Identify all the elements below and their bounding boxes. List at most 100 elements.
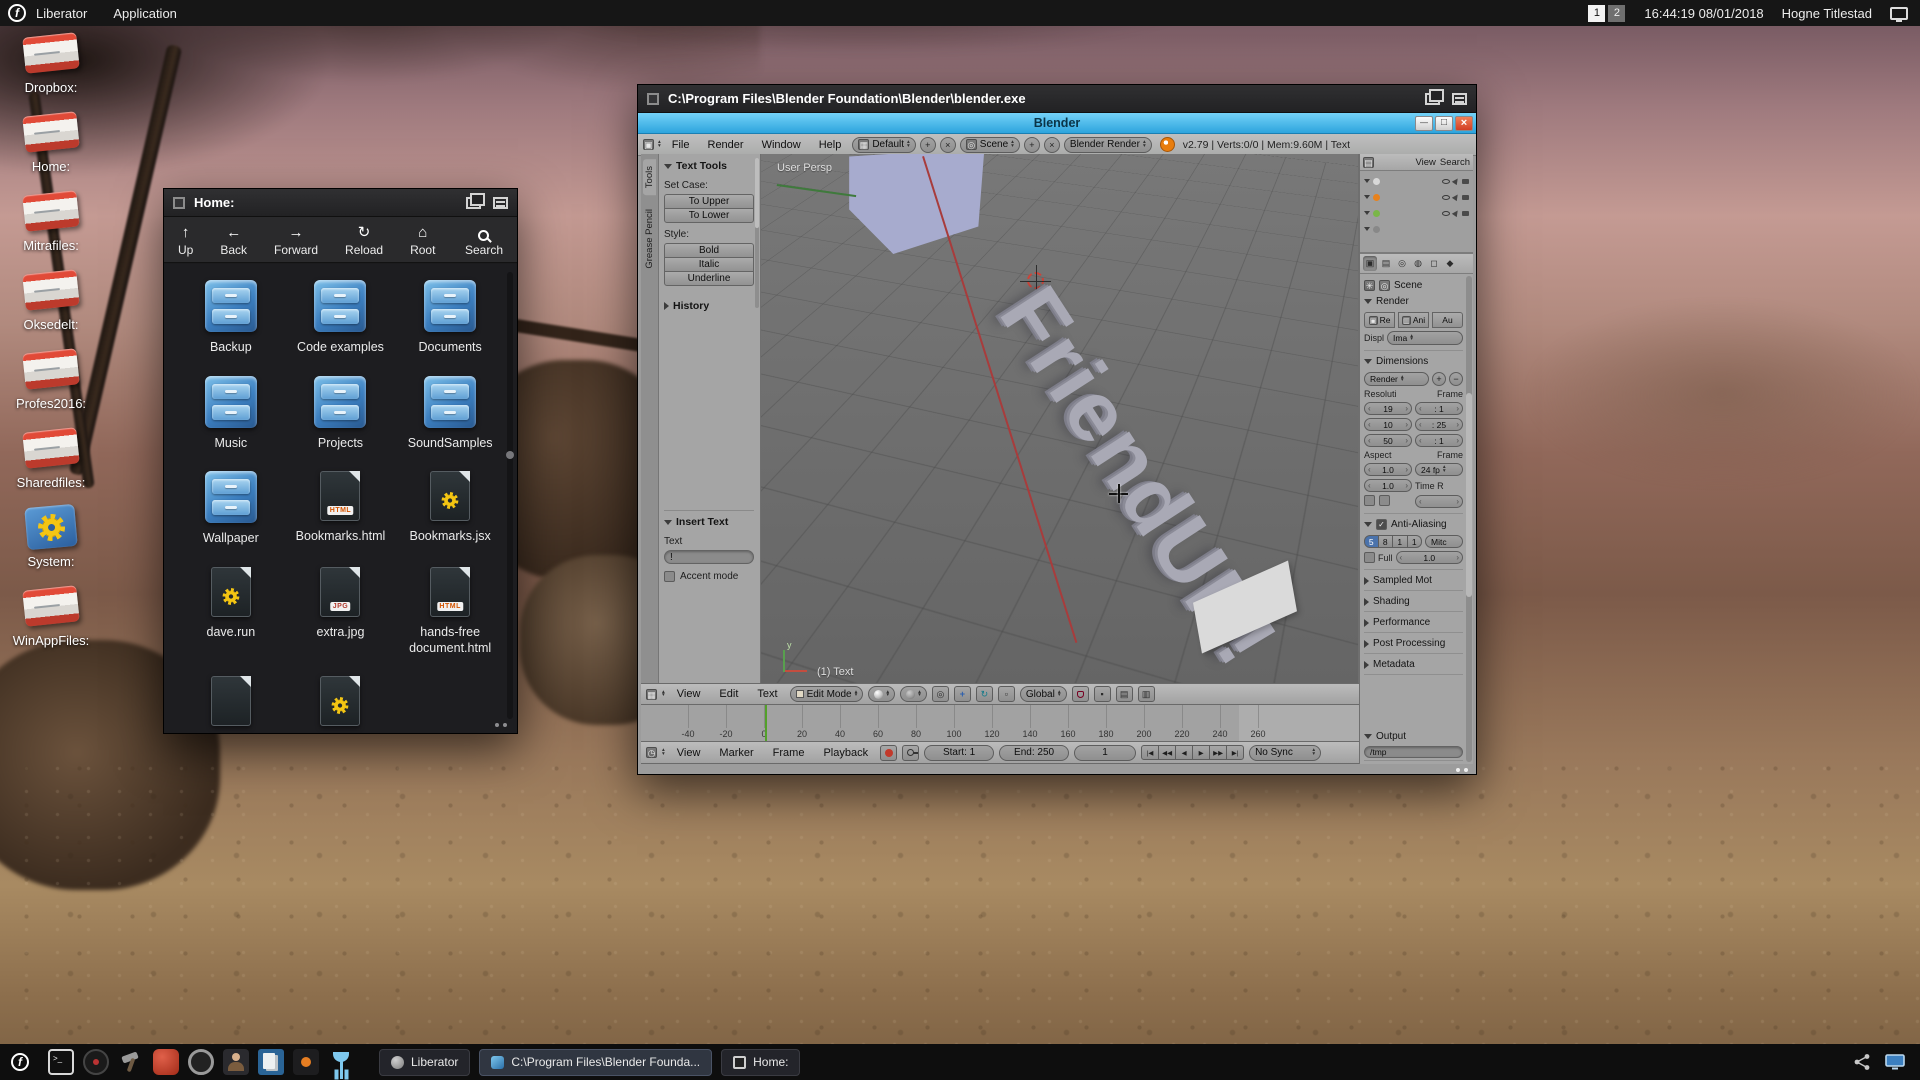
outliner-row-text[interactable] (1362, 205, 1471, 221)
text-input[interactable]: ! (664, 550, 754, 564)
autokey-record-button[interactable] (880, 745, 897, 761)
antialiasing-panel-header[interactable]: Anti-Aliasing (1364, 517, 1463, 532)
contacts-app-icon[interactable] (223, 1049, 249, 1075)
blender-titlebar[interactable]: Blender (638, 113, 1476, 134)
scrollbar-handle[interactable] (1466, 393, 1472, 597)
next-keyframe-button[interactable]: ▶▶ (1209, 745, 1227, 760)
mode-select[interactable]: Edit Mode (790, 686, 864, 702)
antialiasing-checkbox[interactable] (1376, 519, 1387, 530)
tab-object[interactable]: ◻ (1427, 256, 1441, 271)
tab-world[interactable]: ◍ (1411, 256, 1425, 271)
keying-set-button[interactable] (902, 745, 919, 761)
file-item-music[interactable]: Music (176, 376, 286, 452)
render-engine-select[interactable]: Blender Render (1064, 137, 1152, 153)
timeline-editor-icon[interactable]: ◷ (646, 747, 657, 758)
render-menu[interactable]: Render (701, 139, 751, 151)
select-arrow-icon[interactable] (1452, 177, 1460, 185)
depth-gadget-icon[interactable] (466, 197, 481, 209)
toolshelf-scrollbar[interactable] (755, 158, 759, 308)
file-item-code-examples[interactable]: Code examples (286, 280, 396, 356)
up-button[interactable]: ↑ Up (178, 225, 193, 257)
outliner-row-camera[interactable] (1362, 189, 1471, 205)
aa-filter-select[interactable]: Mitc (1425, 535, 1463, 548)
properties-scrollbar[interactable] (1466, 276, 1472, 762)
file-item-handsfree-html[interactable]: HTML hands-free document.html (395, 567, 505, 656)
eye-icon[interactable] (1442, 179, 1450, 184)
resize-grip[interactable] (1456, 768, 1468, 772)
file-item-backup[interactable]: Backup (176, 280, 286, 356)
frame-end-field[interactable]: : 25 (1415, 418, 1463, 431)
close-gadget-icon[interactable] (173, 197, 185, 209)
tl-view-menu[interactable]: View (670, 747, 708, 759)
current-frame-line[interactable] (765, 705, 767, 741)
remove-scene-button[interactable]: × (1044, 137, 1060, 153)
desktop-icon-winappfiles[interactable]: WinAppFiles: (0, 585, 102, 648)
manipulator-rotate-button[interactable]: ↻ (976, 686, 993, 702)
aspect-y-field[interactable]: 1.0 (1364, 479, 1412, 492)
close-gadget-icon[interactable] (647, 93, 659, 105)
resize-grip[interactable] (495, 723, 507, 727)
aspect-x-field[interactable]: 1.0 (1364, 463, 1412, 476)
frame-step-field[interactable]: : 1 (1415, 434, 1463, 447)
aa-11-button[interactable]: 1 (1392, 535, 1408, 548)
disc-app-icon[interactable] (83, 1049, 109, 1075)
aa-8-button[interactable]: 8 (1378, 535, 1394, 548)
maximize-button[interactable] (1435, 116, 1453, 131)
display-icon[interactable] (1890, 7, 1908, 20)
desktop-icon-profes2016[interactable]: Profes2016: (0, 348, 102, 411)
render-icon[interactable] (1462, 195, 1469, 200)
back-button[interactable]: ← Back (220, 225, 247, 257)
jump-start-button[interactable]: |◀ (1141, 745, 1159, 760)
manipulator-scale-button[interactable]: ▫ (998, 686, 1015, 702)
render-icon[interactable] (1462, 211, 1469, 216)
workspace-1-button[interactable]: 1 (1588, 5, 1605, 22)
orientation-select[interactable]: Global (1020, 686, 1067, 702)
fps-select[interactable]: 24 fp (1415, 463, 1463, 476)
render-panel-header[interactable]: Render (1364, 294, 1463, 309)
file-item-partial-2[interactable] (286, 676, 396, 733)
documents-app-icon[interactable] (258, 1049, 284, 1075)
prev-keyframe-button[interactable]: ◀◀ (1158, 745, 1176, 760)
frame-start-field[interactable]: : 1 (1415, 402, 1463, 415)
snap-magnet-button[interactable] (1072, 686, 1089, 702)
screens-icon[interactable] (1885, 1053, 1905, 1071)
outliner-search-menu[interactable]: Search (1440, 157, 1470, 168)
caret-down-icon[interactable] (1364, 227, 1370, 231)
media-app-icon[interactable] (293, 1049, 319, 1075)
frame-start-field[interactable]: Start: 1 (924, 745, 994, 761)
tab-render-layers[interactable]: ▤ (1379, 256, 1393, 271)
pivot-select[interactable]: ◎ (932, 686, 949, 702)
file-item-documents[interactable]: Documents (395, 280, 505, 356)
remove-preset-button[interactable]: − (1449, 372, 1463, 386)
outliner-editor-icon[interactable]: ▤ (1363, 157, 1374, 168)
shade-gadget-icon[interactable] (493, 197, 508, 209)
ring-app-icon[interactable] (188, 1049, 214, 1075)
proportional-edit-select[interactable] (900, 686, 927, 702)
render-preset-select[interactable]: Render (1364, 372, 1429, 386)
resolution-y-field[interactable]: 10 (1364, 418, 1412, 431)
performance-panel[interactable]: Performance (1364, 615, 1463, 633)
shade-gadget-icon[interactable] (1452, 93, 1467, 105)
workspace-2-button[interactable]: 2 (1608, 5, 1625, 22)
edit-menu[interactable]: Edit (712, 688, 745, 700)
filter-size-field[interactable]: 1.0 (1396, 551, 1463, 564)
file-menu[interactable]: File (665, 139, 697, 151)
insert-text-panel-header[interactable]: Insert Text (664, 514, 754, 530)
to-upper-button[interactable]: To Upper (664, 194, 754, 209)
dimensions-panel-header[interactable]: Dimensions (1364, 354, 1463, 369)
animation-button[interactable]: ▥ Ani (1398, 312, 1429, 328)
desktop-icon-mitrafiles[interactable]: Mitrafiles: (0, 190, 102, 253)
tl-frame-menu[interactable]: Frame (766, 747, 812, 759)
post-processing-panel[interactable]: Post Processing (1364, 636, 1463, 654)
help-menu[interactable]: Help (812, 139, 849, 151)
accent-mode-row[interactable]: Accent mode (664, 571, 754, 582)
screen-layout-select[interactable]: ▦ Default (852, 137, 915, 153)
audio-button[interactable]: Au (1432, 312, 1463, 328)
output-panel-header[interactable]: Output (1364, 729, 1463, 744)
add-preset-button[interactable]: + (1432, 372, 1446, 386)
desktop-icon-sharedfiles[interactable]: Sharedfiles: (0, 427, 102, 490)
caret-down-icon[interactable] (1364, 179, 1370, 183)
scene-select[interactable]: ◎ Scene (960, 137, 1020, 153)
display-select[interactable]: Ima (1387, 331, 1463, 345)
friend-menu-icon[interactable]: f (11, 1053, 29, 1071)
